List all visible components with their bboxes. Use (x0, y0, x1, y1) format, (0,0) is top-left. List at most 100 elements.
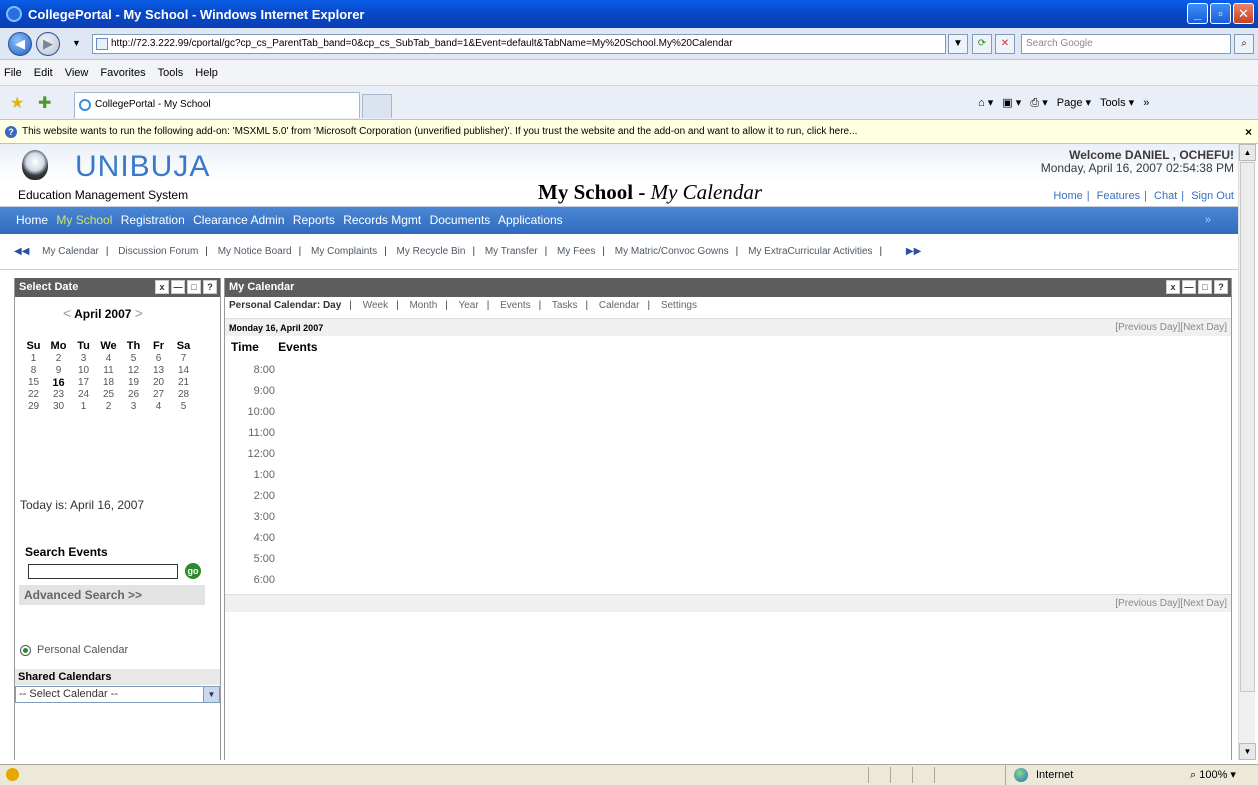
panel-close-icon[interactable]: x (1166, 280, 1180, 294)
view-week[interactable]: Week (363, 300, 388, 311)
calendar-day[interactable]: 6 (146, 353, 171, 365)
history-dropdown-icon[interactable]: ▼ (72, 38, 81, 48)
calendar-day[interactable]: 27 (146, 389, 171, 401)
calendar-day[interactable]: 24 (71, 389, 96, 401)
time-slot[interactable]: 9:00 (245, 381, 275, 402)
zoom-control[interactable]: ⌕ 100% ▾ (1190, 765, 1236, 785)
time-slot[interactable]: 10:00 (245, 402, 275, 423)
subnav-my-extracurricular[interactable]: My ExtraCurricular Activities (748, 246, 872, 257)
view-calendar[interactable]: Calendar (599, 300, 640, 311)
address-dropdown-icon[interactable]: ▼ (948, 34, 968, 54)
calendar-day[interactable]: 4 (146, 401, 171, 413)
menu-favorites[interactable]: Favorites (100, 67, 145, 79)
view-tasks[interactable]: Tasks (552, 300, 578, 311)
new-tab-button[interactable] (362, 94, 392, 118)
scroll-up-icon[interactable]: ▲ (1239, 144, 1256, 161)
calendar-day[interactable]: 20 (146, 377, 171, 389)
calendar-day[interactable]: 5 (171, 401, 196, 413)
view-month[interactable]: Month (409, 300, 437, 311)
calendar-day[interactable]: 9 (46, 365, 71, 377)
calendar-day[interactable]: 12 (121, 365, 146, 377)
minimize-button[interactable]: _ (1187, 3, 1208, 24)
menu-help[interactable]: Help (195, 67, 218, 79)
chevron-down-icon[interactable]: ▼ (203, 687, 219, 702)
view-day[interactable]: Day (323, 300, 341, 311)
menu-file[interactable]: File (4, 67, 22, 79)
subnav-next-icon[interactable]: ▶▶ (906, 246, 921, 257)
personal-calendar-option[interactable]: Personal Calendar (20, 644, 128, 656)
maximize-button[interactable]: ▫ (1210, 3, 1231, 24)
tools-menu[interactable]: Tools ▾ (1100, 97, 1134, 109)
calendar-day[interactable]: 10 (71, 365, 96, 377)
prev-next-day-links[interactable]: [Previous Day][Next Day] (1115, 319, 1227, 337)
prev-month-icon[interactable]: < (63, 305, 71, 321)
panel-maximize-icon[interactable]: □ (187, 280, 201, 294)
subnav-discussion-forum[interactable]: Discussion Forum (118, 246, 198, 257)
calendar-day[interactable]: 1 (71, 401, 96, 413)
add-favorites-icon[interactable]: ✚ (38, 93, 51, 113)
nav-applications[interactable]: Applications (498, 213, 563, 227)
go-button[interactable]: go (185, 563, 201, 579)
prev-next-day-links-bottom[interactable]: [Previous Day][Next Day] (1115, 595, 1227, 613)
calendar-day[interactable]: 7 (171, 353, 196, 365)
time-slot[interactable]: 6:00 (245, 570, 275, 591)
back-button[interactable]: ◀ (8, 32, 32, 56)
calendar-day[interactable]: 2 (46, 353, 71, 365)
calendar-day[interactable]: 26 (121, 389, 146, 401)
view-events[interactable]: Events (500, 300, 531, 311)
time-slot[interactable]: 4:00 (245, 528, 275, 549)
calendar-day[interactable]: 19 (121, 377, 146, 389)
calendar-day[interactable]: 29 (21, 401, 46, 413)
forward-button[interactable]: ▶ (36, 32, 60, 56)
calendar-day[interactable]: 11 (96, 365, 121, 377)
subnav-my-notice-board[interactable]: My Notice Board (218, 246, 292, 257)
search-events-input[interactable] (28, 564, 178, 579)
search-input[interactable]: Search Google (1021, 34, 1231, 54)
calendar-day[interactable]: 3 (121, 401, 146, 413)
calendar-day[interactable]: 16 (46, 377, 71, 389)
subnav-my-complaints[interactable]: My Complaints (311, 246, 377, 257)
calendar-day[interactable]: 2 (96, 401, 121, 413)
time-slot[interactable]: 8:00 (245, 360, 275, 381)
subnav-my-transfer[interactable]: My Transfer (485, 246, 538, 257)
nav-registration[interactable]: Registration (121, 213, 185, 227)
subnav-my-matric-gowns[interactable]: My Matric/Convoc Gowns (615, 246, 729, 257)
link-home[interactable]: Home (1053, 190, 1082, 202)
view-settings[interactable]: Settings (661, 300, 697, 311)
nav-records-mgmt[interactable]: Records Mgmt (343, 213, 421, 227)
information-bar[interactable]: ? This website wants to run the followin… (0, 120, 1258, 144)
calendar-day[interactable]: 1 (21, 353, 46, 365)
link-sign-out[interactable]: Sign Out (1191, 190, 1234, 202)
subnav-my-calendar[interactable]: My Calendar (42, 246, 99, 257)
calendar-day[interactable]: 28 (171, 389, 196, 401)
calendar-day[interactable]: 30 (46, 401, 71, 413)
calendar-day[interactable]: 8 (21, 365, 46, 377)
subnav-my-recycle-bin[interactable]: My Recycle Bin (397, 246, 466, 257)
more-chevron-icon[interactable]: » (1143, 97, 1149, 109)
menu-view[interactable]: View (65, 67, 89, 79)
calendar-day[interactable]: 25 (96, 389, 121, 401)
address-input[interactable]: http://72.3.222.99/cportal/gc?cp_cs_Pare… (92, 34, 946, 54)
panel-help-icon[interactable]: ? (1214, 280, 1228, 294)
time-slot[interactable]: 12:00 (245, 444, 275, 465)
time-slot[interactable]: 3:00 (245, 507, 275, 528)
next-month-icon[interactable]: > (135, 305, 143, 321)
page-menu[interactable]: Page ▾ (1057, 97, 1091, 109)
calendar-day[interactable]: 17 (71, 377, 96, 389)
calendar-day[interactable]: 14 (171, 365, 196, 377)
view-year[interactable]: Year (458, 300, 478, 311)
time-slot[interactable]: 2:00 (245, 486, 275, 507)
nav-my-school[interactable]: My School (56, 213, 112, 227)
search-icon[interactable]: ⌕ (1234, 34, 1254, 54)
nav-reports[interactable]: Reports (293, 213, 335, 227)
menu-edit[interactable]: Edit (34, 67, 53, 79)
link-features[interactable]: Features (1097, 190, 1140, 202)
favorites-star-icon[interactable]: ★ (10, 93, 24, 113)
advanced-search-link[interactable]: Advanced Search >> (19, 585, 205, 605)
nav-more-icon[interactable]: » (1205, 207, 1211, 234)
panel-maximize-icon[interactable]: □ (1198, 280, 1212, 294)
calendar-day[interactable]: 15 (21, 377, 46, 389)
calendar-day[interactable]: 21 (171, 377, 196, 389)
subnav-my-fees[interactable]: My Fees (557, 246, 595, 257)
panel-help-icon[interactable]: ? (203, 280, 217, 294)
